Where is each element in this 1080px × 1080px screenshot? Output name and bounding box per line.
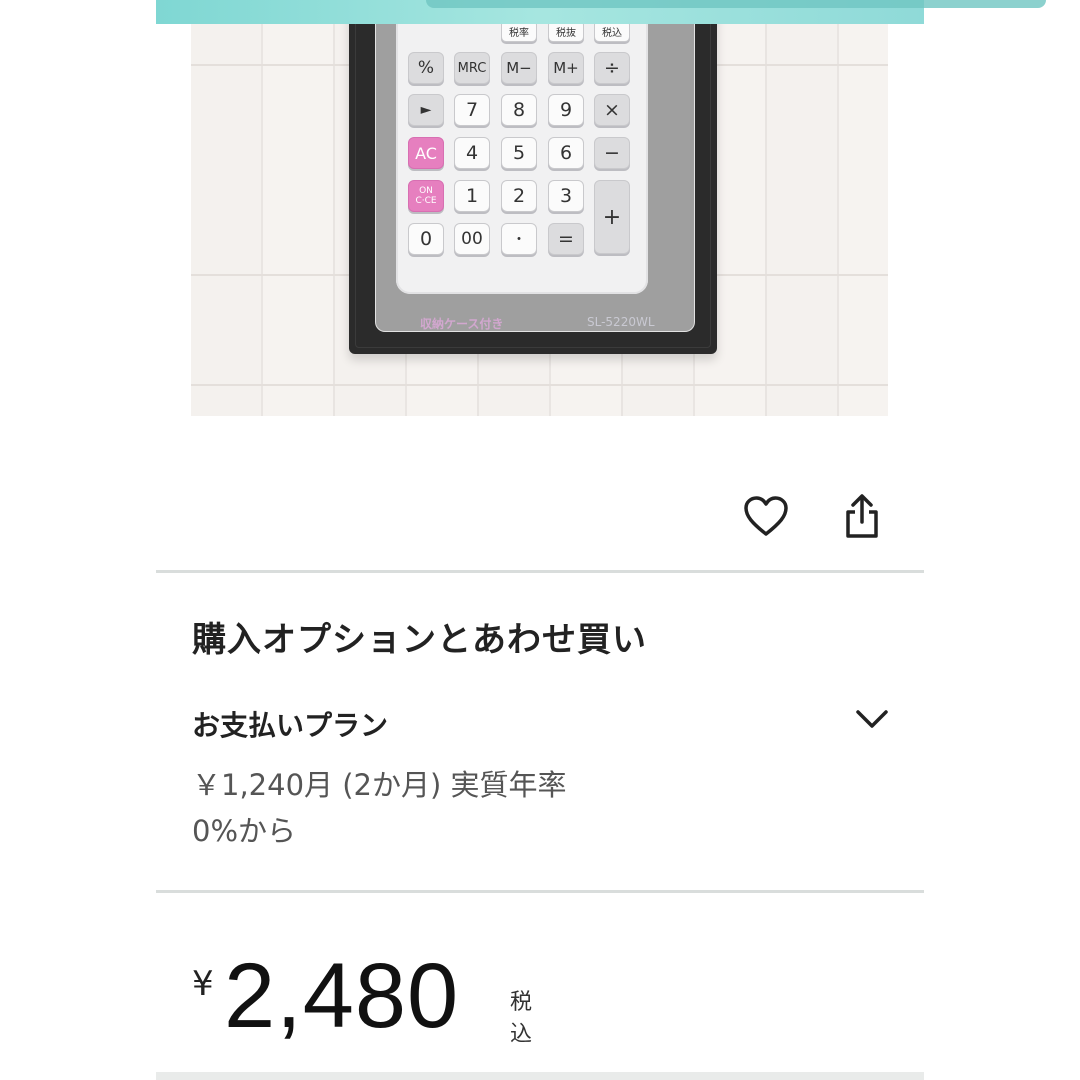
- currency-symbol: ¥: [192, 964, 214, 1004]
- divider: [156, 890, 924, 893]
- payment-plan-detail: ￥1,240月 (2か月) 実質年率 0%から: [192, 762, 692, 854]
- calc-key-plus: +: [594, 180, 630, 254]
- bottom-divider: [156, 1072, 924, 1080]
- calc-key-00: 00: [454, 223, 490, 255]
- payment-plan-row[interactable]: お支払いプラン ￥1,240月 (2か月) 実質年率 0%から: [192, 698, 892, 868]
- top-banner-tab: [426, 0, 1046, 8]
- calc-key-m-minus: M−: [501, 52, 537, 84]
- heart-outline-icon[interactable]: [740, 490, 792, 542]
- product-photo[interactable]: 税率 税抜 税込 % MRC M− M+ ÷ ► 7 8 9 × AC 4 5 …: [191, 24, 888, 416]
- calc-key-equals: =: [548, 223, 584, 255]
- payment-plan-detail-line2: 0%から: [192, 814, 297, 848]
- calc-key-ac: AC: [408, 137, 444, 169]
- top-banner: [156, 0, 1046, 24]
- calc-key-mrc: MRC: [454, 52, 490, 84]
- tax-included-label: 税込: [510, 990, 533, 1047]
- calc-key-tax-rate: 税率: [501, 24, 537, 42]
- purchase-options-title: 購入オプションとあわせ買い: [192, 620, 647, 660]
- payment-plan-detail-line1: ￥1,240月 (2か月) 実質年率: [192, 768, 567, 802]
- calc-key-2: 2: [501, 180, 537, 212]
- calc-key-4: 4: [454, 137, 490, 169]
- calc-key-minus: −: [594, 137, 630, 169]
- calc-key-6: 6: [548, 137, 584, 169]
- calc-key-8: 8: [501, 94, 537, 126]
- calc-key-3: 3: [548, 180, 584, 212]
- calc-key-9: 9: [548, 94, 584, 126]
- calc-key-tax-excl: 税抜: [548, 24, 584, 42]
- calc-key-0: 0: [408, 223, 444, 255]
- calc-key-1: 1: [454, 180, 490, 212]
- price-amount: 2,480: [224, 945, 460, 1047]
- payment-plan-label: お支払いプラン: [192, 709, 389, 742]
- calc-key-decimal: ・: [501, 223, 537, 255]
- calc-key-m-plus: M+: [548, 52, 584, 84]
- calc-key-percent: %: [408, 52, 444, 84]
- calc-key-on-ce: ON C·CE: [408, 180, 444, 212]
- calculator-body: 税率 税抜 税込 % MRC M− M+ ÷ ► 7 8 9 × AC 4 5 …: [396, 24, 648, 294]
- calc-key-7: 7: [454, 94, 490, 126]
- calc-key-multiply: ×: [594, 94, 630, 126]
- calc-key-arrow: ►: [408, 94, 444, 126]
- product-actions: [740, 490, 890, 542]
- chevron-down-icon[interactable]: [852, 700, 892, 740]
- package-label-case: 収納ケース付き: [420, 317, 504, 331]
- calc-key-tax-incl: 税込: [594, 24, 630, 42]
- share-icon[interactable]: [836, 490, 888, 542]
- floor-line: [191, 384, 888, 386]
- calc-key-divide: ÷: [594, 52, 630, 84]
- divider: [156, 570, 924, 573]
- package-label-model: SL-5220WL: [587, 315, 655, 329]
- calc-key-5: 5: [501, 137, 537, 169]
